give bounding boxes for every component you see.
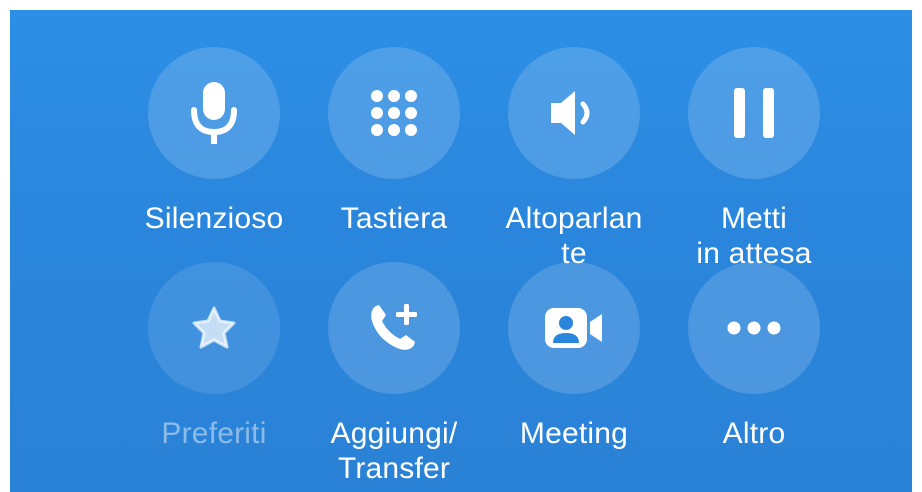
more-label: Altro [722,417,786,450]
speaker-button[interactable] [508,47,640,179]
add-transfer-button[interactable] [328,262,460,394]
hold-button[interactable] [688,47,820,179]
add-transfer-control[interactable]: Aggiungi/ Transfer [304,262,484,486]
keypad-button[interactable] [328,47,460,179]
speaker-label: Altoparlan te [505,202,643,270]
add-call-icon [366,300,422,356]
hold-label: Metti in attesa [696,202,812,270]
favorites-button[interactable] [148,262,280,394]
star-icon [190,305,238,351]
favorites-control[interactable]: Preferiti [124,262,304,451]
keypad-control[interactable]: Tastiera [304,47,484,236]
speaker-control[interactable]: Altoparlan te [484,47,664,271]
more-control[interactable]: Altro [664,262,844,451]
hold-control[interactable]: Metti in attesa [664,47,844,271]
more-icon [727,321,781,335]
call-controls-panel: Silenzioso Tastiera Altoparlan te Metti … [10,10,912,492]
meeting-control[interactable]: Meeting [484,262,664,451]
speaker-icon [547,88,601,138]
microphone-icon [189,80,239,146]
keypad-label: Tastiera [340,202,448,235]
mute-button[interactable] [148,47,280,179]
favorites-label: Preferiti [161,417,267,450]
add-transfer-label: Aggiungi/ Transfer [330,417,458,485]
more-button[interactable] [688,262,820,394]
pause-icon [731,86,777,140]
meeting-label: Meeting [519,417,629,450]
video-meeting-icon [542,305,606,351]
keypad-icon [369,88,419,138]
mute-label: Silenzioso [144,202,284,235]
mute-control[interactable]: Silenzioso [124,47,304,236]
meeting-button[interactable] [508,262,640,394]
